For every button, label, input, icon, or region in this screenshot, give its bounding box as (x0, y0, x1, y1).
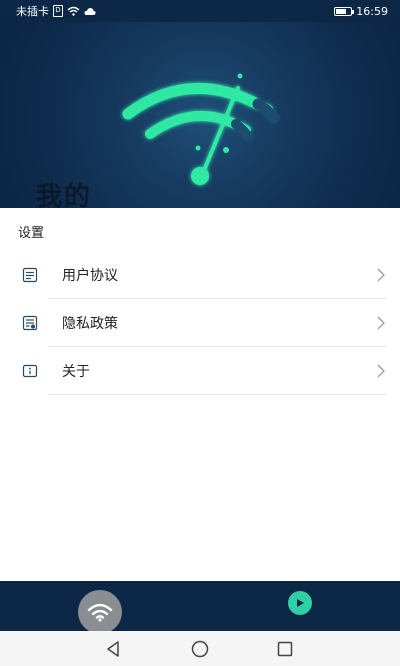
back-icon[interactable] (104, 640, 122, 658)
system-navigation-bar (0, 631, 400, 666)
wifi-signal-icon (67, 6, 80, 16)
info-icon (22, 364, 38, 378)
page-title: 我的 (36, 182, 93, 212)
tab-play[interactable] (288, 591, 312, 615)
chevron-right-icon (377, 268, 385, 282)
play-icon (297, 599, 304, 607)
profile-header: 我的 (0, 22, 400, 212)
status-right: 16:59 (334, 5, 388, 18)
wifi-icon (87, 603, 113, 622)
status-left: 未插卡 D (16, 3, 96, 19)
user-agreement-item[interactable]: 用户协议 (0, 251, 400, 299)
tab-wifi[interactable] (78, 590, 122, 634)
sim-icon: D (53, 5, 63, 17)
status-bar: 未插卡 D 16:59 (0, 0, 400, 22)
privacy-policy-label: 隐私政策 (62, 316, 118, 332)
document-icon (22, 267, 38, 283)
bottom-tab-bar (0, 581, 400, 634)
chevron-right-icon (377, 364, 385, 378)
about-label: 关于 (62, 364, 90, 380)
about-item[interactable]: 关于 (0, 347, 400, 395)
home-icon[interactable] (191, 640, 209, 658)
privacy-document-icon (22, 315, 38, 331)
battery-icon (334, 6, 355, 16)
wifi-speedometer-logo-icon (122, 73, 280, 185)
status-time: 16:59 (356, 4, 388, 18)
recents-icon[interactable] (276, 640, 294, 658)
carrier-text: 未插卡 (16, 5, 49, 18)
divider (48, 394, 386, 395)
cloud-icon (84, 7, 96, 15)
user-agreement-label: 用户协议 (62, 268, 118, 284)
chevron-right-icon (377, 316, 385, 330)
privacy-policy-item[interactable]: 隐私政策 (0, 299, 400, 347)
settings-section-label: 设置 (18, 226, 45, 241)
